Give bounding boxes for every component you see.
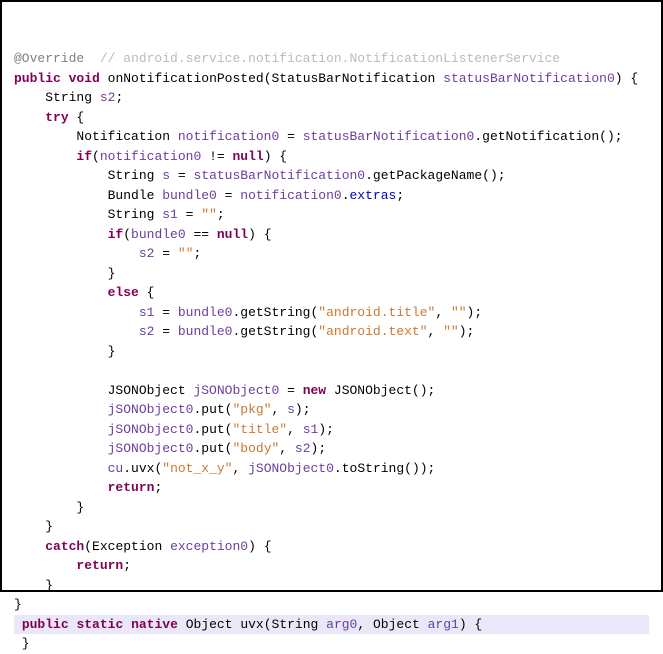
highlighted-line: public static native Object uvx(String a… xyxy=(14,615,649,635)
param-type: String xyxy=(272,617,319,632)
var-ref: jSONObject0 xyxy=(108,422,194,437)
var-decl: exception0 xyxy=(170,539,248,554)
method-call: getString xyxy=(240,305,310,320)
type: Notification xyxy=(76,129,170,144)
var-ref: statusBarNotification0 xyxy=(303,129,475,144)
var-ref: s1 xyxy=(303,422,319,437)
var-ref: bundle0 xyxy=(178,305,233,320)
keyword-native: native xyxy=(131,617,178,632)
var-ref: jSONObject0 xyxy=(108,402,194,417)
code-block: @Override // android.service.notificatio… xyxy=(14,51,649,651)
var-ref: jSONObject0 xyxy=(248,461,334,476)
param-type: Object xyxy=(373,617,420,632)
var-decl: jSONObject0 xyxy=(193,383,279,398)
var-ref: bundle0 xyxy=(178,324,233,339)
keyword-public: public xyxy=(14,71,61,86)
string-literal: "android.text" xyxy=(318,324,427,339)
method-call: put xyxy=(201,422,224,437)
method-call: getNotification xyxy=(482,129,599,144)
keyword-null: null xyxy=(217,227,248,242)
type: String xyxy=(108,168,155,183)
var-ref: s2 xyxy=(295,441,311,456)
param-type: StatusBarNotification xyxy=(272,71,436,86)
string-literal: "title" xyxy=(232,422,287,437)
keyword-void: void xyxy=(69,71,100,86)
type: String xyxy=(108,207,155,222)
param-name: statusBarNotification0 xyxy=(443,71,615,86)
keyword-public: public xyxy=(22,617,69,632)
method-call: getString xyxy=(240,324,310,339)
keyword-return: return xyxy=(76,558,123,573)
keyword-try: try xyxy=(45,110,68,125)
method-name: onNotificationPosted xyxy=(108,71,264,86)
method-call: put xyxy=(201,441,224,456)
var-decl: s xyxy=(162,168,170,183)
method-call: toString xyxy=(342,461,404,476)
annotation: @Override xyxy=(14,51,84,66)
method-name: uvx xyxy=(240,617,263,632)
field-ref: extras xyxy=(350,188,397,203)
var-decl: bundle0 xyxy=(162,188,217,203)
method-call: put xyxy=(201,402,224,417)
var-ref: jSONObject0 xyxy=(108,441,194,456)
keyword-if: if xyxy=(76,149,92,164)
string-literal: "" xyxy=(443,324,459,339)
method-call: getPackageName xyxy=(373,168,482,183)
string-literal: "" xyxy=(201,207,217,222)
return-type: Object xyxy=(186,617,233,632)
string-literal: "not_x_y" xyxy=(162,461,232,476)
keyword-if: if xyxy=(108,227,124,242)
var-ref: bundle0 xyxy=(131,227,186,242)
keyword-null: null xyxy=(232,149,263,164)
keyword-new: new xyxy=(303,383,326,398)
type: String xyxy=(45,90,92,105)
keyword-catch: catch xyxy=(45,539,84,554)
var-ref: cu xyxy=(108,461,124,476)
var-ref: notification0 xyxy=(240,188,341,203)
type: JSONObject xyxy=(108,383,186,398)
type: Exception xyxy=(92,539,162,554)
var-ref: s1 xyxy=(139,305,155,320)
method-call: uvx xyxy=(131,461,154,476)
var-ref: s2 xyxy=(139,246,155,261)
string-literal: "pkg" xyxy=(232,402,271,417)
string-literal: "" xyxy=(451,305,467,320)
keyword-static: static xyxy=(76,617,123,632)
var-ref: statusBarNotification0 xyxy=(193,168,365,183)
comment: // android.service.notification.Notifica… xyxy=(100,51,560,66)
keyword-return: return xyxy=(108,480,155,495)
var-decl: s2 xyxy=(100,90,116,105)
string-literal: "" xyxy=(178,246,194,261)
var-decl: notification0 xyxy=(178,129,279,144)
param-name: arg0 xyxy=(326,617,357,632)
keyword-else: else xyxy=(108,285,139,300)
constructor: JSONObject xyxy=(334,383,412,398)
param-name: arg1 xyxy=(428,617,459,632)
string-literal: "android.title" xyxy=(318,305,435,320)
var-ref: s xyxy=(287,402,295,417)
string-literal: "body" xyxy=(232,441,279,456)
var-ref: s2 xyxy=(139,324,155,339)
type: Bundle xyxy=(108,188,155,203)
var-ref: notification0 xyxy=(100,149,201,164)
var-decl: s1 xyxy=(162,207,178,222)
